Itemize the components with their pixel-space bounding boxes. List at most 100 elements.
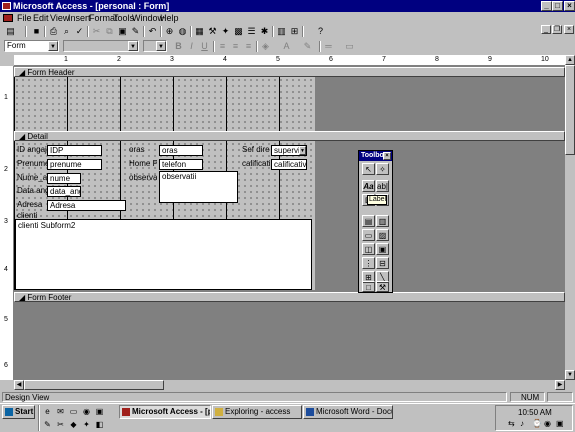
chevron-down-icon[interactable]: ▼ — [48, 41, 58, 51]
outlook-express-icon[interactable]: ✉ — [54, 406, 67, 418]
subform-clienti[interactable]: clienti Subform2 — [15, 219, 312, 290]
form-header-grid[interactable] — [14, 77, 315, 131]
code-icon[interactable]: ▩ — [232, 25, 245, 37]
page-break-icon[interactable]: ⋮ — [362, 257, 375, 269]
field-nume[interactable]: nume — [47, 173, 81, 184]
paste-icon[interactable]: ▣ — [116, 25, 129, 37]
label-observatii[interactable]: observatii — [129, 173, 157, 183]
ruler-corner[interactable] — [0, 55, 14, 66]
field-list-icon[interactable]: ▦ — [193, 25, 206, 37]
menu-insert[interactable]: Insert — [68, 12, 91, 24]
scroll-thumb[interactable] — [24, 380, 164, 390]
label-id-angajat[interactable]: ID angajat — [17, 145, 47, 155]
text-box-tool-icon[interactable]: ab| — [376, 180, 389, 192]
spelling-icon[interactable]: ✓ — [73, 25, 86, 37]
special-effect-icon[interactable]: ▭ — [343, 40, 356, 52]
quick-launch-icon[interactable]: ✂ — [54, 419, 67, 431]
form-window-icon[interactable] — [3, 14, 13, 22]
channels-icon[interactable]: ◉ — [80, 406, 93, 418]
maximize-button[interactable]: □ — [552, 1, 563, 11]
internet-explorer-icon[interactable]: e — [41, 406, 54, 418]
display-icon[interactable]: ▣ — [556, 419, 564, 428]
align-right-icon[interactable]: ≡ — [242, 40, 255, 52]
form-header-bar[interactable]: ◢ Form Header — [14, 67, 565, 77]
more-controls-icon[interactable]: ⚒ — [376, 281, 389, 292]
help-icon[interactable]: ? — [314, 25, 327, 37]
web-toolbar-icon[interactable]: ◍ — [176, 25, 189, 37]
scheduler-icon[interactable]: ⌚ — [532, 419, 542, 428]
image-tool-icon[interactable]: ▨ — [376, 229, 389, 241]
combo-box-icon[interactable]: ▤ — [362, 215, 375, 227]
view-icon[interactable]: ▤ — [4, 25, 17, 37]
control-wizards-icon[interactable]: ✧ — [376, 163, 389, 175]
cut-icon[interactable]: ✂ — [90, 25, 103, 37]
task-exploring[interactable]: Exploring - access — [212, 405, 302, 419]
scroll-thumb[interactable] — [565, 65, 575, 155]
print-preview-icon[interactable]: ⌕ — [60, 25, 73, 37]
tray-clock[interactable]: 10:50 AM — [518, 408, 552, 417]
field-telefon[interactable]: telefon — [159, 159, 203, 170]
font-color-icon[interactable]: A — [280, 40, 293, 52]
scroll-up-button[interactable]: ▲ — [565, 55, 575, 65]
chevron-down-icon[interactable]: ▼ — [156, 41, 166, 51]
font-name-combo[interactable]: ▼ — [63, 40, 139, 52]
chevron-down-icon[interactable]: ▼ — [128, 41, 138, 51]
field-adresa[interactable]: Adresa — [47, 200, 126, 211]
scroll-right-button[interactable]: ▶ — [555, 380, 565, 390]
menu-edit[interactable]: Edit — [33, 12, 49, 24]
label-oras[interactable]: oras — [129, 145, 157, 155]
horizontal-ruler[interactable]: 1 2 3 4 5 6 7 8 9 10 — [14, 55, 565, 66]
save-icon[interactable]: ■ — [30, 25, 43, 37]
label-prenume[interactable]: Prenume_ — [17, 159, 47, 169]
build-icon[interactable]: ✱ — [258, 25, 271, 37]
fill-color-icon[interactable]: ◈ — [259, 40, 272, 52]
combo-supervizor[interactable]: supervizo ▼ — [271, 145, 307, 156]
menu-tools[interactable]: Tools — [113, 12, 134, 24]
command-button-icon[interactable]: ▭ — [362, 229, 375, 241]
toolbox-title-bar[interactable]: Toolbox × — [359, 151, 392, 161]
object-combo[interactable]: Form ▼ — [4, 40, 59, 52]
antivirus-icon[interactable]: ◉ — [544, 419, 551, 428]
toolbox-close-button[interactable]: × — [383, 152, 391, 160]
horizontal-scrollbar[interactable]: ◀ ▶ — [14, 380, 565, 390]
scroll-left-button[interactable]: ◀ — [14, 380, 24, 390]
align-center-icon[interactable]: ≡ — [229, 40, 242, 52]
quick-launch-icon[interactable]: ✦ — [80, 419, 93, 431]
close-button[interactable]: × — [564, 1, 575, 11]
label-data-angajarii[interactable]: Data angaj — [17, 186, 47, 196]
quick-launch-icon[interactable]: ◆ — [67, 419, 80, 431]
label-calificativ[interactable]: calificativ — [242, 159, 270, 169]
undo-icon[interactable]: ↶ — [146, 25, 159, 37]
rectangle-tool-icon[interactable]: □ — [362, 281, 375, 292]
label-tool-icon[interactable]: Aa — [362, 180, 375, 192]
autoformat-icon[interactable]: ✦ — [219, 25, 232, 37]
access-app-icon[interactable] — [2, 2, 11, 10]
bound-object-frame-icon[interactable]: ▣ — [376, 243, 389, 255]
copy-icon[interactable]: ⧉ — [103, 25, 116, 37]
quick-launch-icon[interactable]: ◧ — [93, 419, 106, 431]
show-desktop-icon[interactable]: ▭ — [67, 406, 80, 418]
task-access[interactable]: Microsoft Access - [p... — [119, 405, 211, 419]
tab-control-icon[interactable]: ⊟ — [376, 257, 389, 269]
task-word[interactable]: Microsoft Word - Document2 — [303, 405, 393, 419]
label-sef-direct[interactable]: Sef direct — [242, 145, 270, 155]
label-nume[interactable]: Nume_ang — [17, 173, 47, 183]
chevron-down-icon[interactable]: ▼ — [299, 146, 306, 155]
toolbox-icon[interactable]: ⚒ — [206, 25, 219, 37]
quick-launch-icon[interactable]: ✎ — [41, 419, 54, 431]
underline-icon[interactable]: U — [198, 40, 211, 52]
menu-help[interactable]: Help — [160, 12, 179, 24]
new-object-icon[interactable]: ⊞ — [288, 25, 301, 37]
detail-bar[interactable]: ◢ Detail — [14, 131, 565, 141]
field-data-angaj[interactable]: data_angaj — [47, 186, 81, 197]
quick-launch-icon[interactable]: ▣ — [93, 406, 106, 418]
select-objects-icon[interactable]: ↖ — [362, 163, 375, 175]
field-observatii[interactable]: observatii — [159, 171, 238, 203]
field-idp[interactable]: IDP — [47, 145, 102, 156]
italic-icon[interactable]: I — [185, 40, 198, 52]
scroll-down-button[interactable]: ▼ — [565, 370, 575, 380]
vertical-ruler[interactable]: 1 2 3 4 5 6 — [0, 66, 14, 380]
menu-view[interactable]: View — [50, 12, 69, 24]
form-footer-bar[interactable]: ◢ Form Footer — [14, 292, 565, 302]
volume-icon[interactable]: ♪ — [520, 419, 524, 428]
